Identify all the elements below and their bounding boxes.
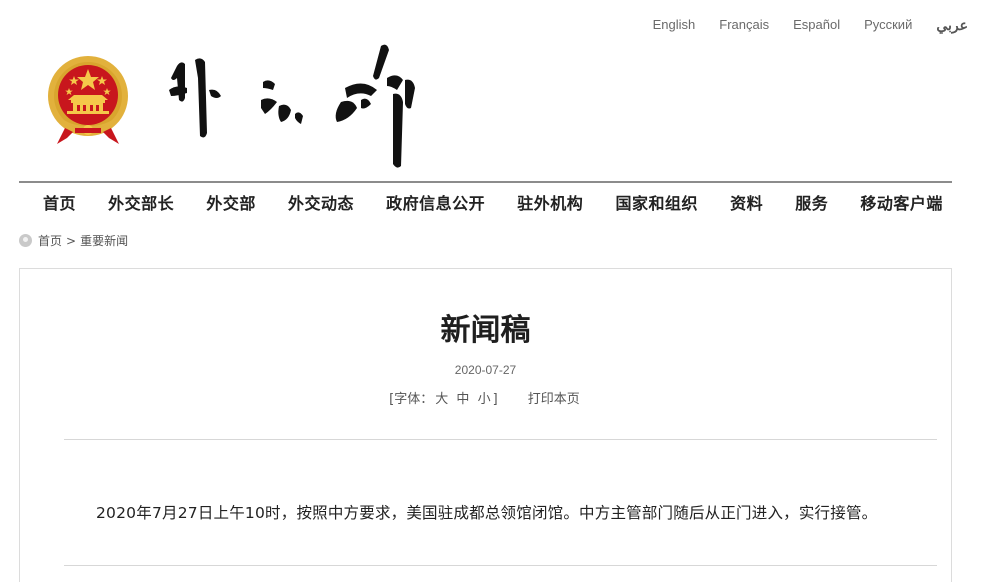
nav-item-mobile-client[interactable]: 移动客户端 bbox=[860, 190, 943, 214]
article-date: 2020-07-27 bbox=[454, 363, 517, 377]
main-navigation: 首页 外交部长 外交部 外交动态 政府信息公开 驻外机构 国家和组织 资料 服务… bbox=[19, 181, 952, 221]
nav-item-ministry[interactable]: 外交部 bbox=[206, 190, 256, 214]
article-body: 2020年7月27日上午10时，按照中方要求，美国驻成都总领馆闭馆。中方主管部门… bbox=[96, 504, 878, 522]
nav-item-resources[interactable]: 资料 bbox=[730, 190, 763, 214]
nav-item-diplomatic-news[interactable]: 外交动态 bbox=[288, 190, 354, 214]
font-size-small-button[interactable]: 小 bbox=[478, 392, 491, 407]
lang-english-link[interactable]: English bbox=[653, 17, 696, 34]
nav-item-home[interactable]: 首页 bbox=[43, 190, 76, 214]
breadcrumb-separator: > bbox=[66, 233, 77, 248]
print-page-button[interactable]: 打印本页 bbox=[528, 392, 580, 407]
language-bar: English Français Español Русский عربي bbox=[629, 17, 968, 34]
ministry-calligraphy-logo[interactable] bbox=[165, 38, 420, 168]
national-emblem-icon[interactable] bbox=[45, 54, 131, 146]
font-size-close: ] bbox=[492, 392, 498, 407]
breadcrumb-home-link[interactable]: 首页 bbox=[38, 232, 62, 249]
article-tools: [字体：大 中 小] 打印本页 bbox=[20, 388, 951, 407]
breadcrumb-current-link[interactable]: 重要新闻 bbox=[80, 232, 128, 249]
font-size-large-button[interactable]: 大 bbox=[435, 392, 448, 407]
nav-item-missions-abroad[interactable]: 驻外机构 bbox=[517, 190, 583, 214]
nav-item-minister[interactable]: 外交部长 bbox=[108, 190, 174, 214]
lang-arabic-link[interactable]: عربي bbox=[936, 17, 968, 34]
lang-french-link[interactable]: Français bbox=[719, 17, 769, 34]
font-size-open: [字体： bbox=[389, 392, 434, 407]
article-container: 新闻稿 2020-07-27 [字体：大 中 小] 打印本页 2020年7月27… bbox=[19, 268, 952, 582]
nav-item-countries-orgs[interactable]: 国家和组织 bbox=[615, 190, 698, 214]
breadcrumb: 首页 > 重要新闻 bbox=[19, 232, 128, 249]
lang-russian-link[interactable]: Русский bbox=[864, 17, 912, 34]
nav-item-gov-info[interactable]: 政府信息公开 bbox=[386, 190, 485, 214]
lang-spanish-link[interactable]: Español bbox=[793, 17, 840, 34]
nav-item-services[interactable]: 服务 bbox=[795, 190, 828, 214]
font-size-medium-button[interactable]: 中 bbox=[456, 392, 469, 407]
article-divider-bottom bbox=[64, 565, 937, 566]
article-title: 新闻稿 bbox=[440, 313, 531, 348]
location-dot-icon bbox=[19, 234, 32, 247]
article-divider-top bbox=[64, 439, 937, 440]
